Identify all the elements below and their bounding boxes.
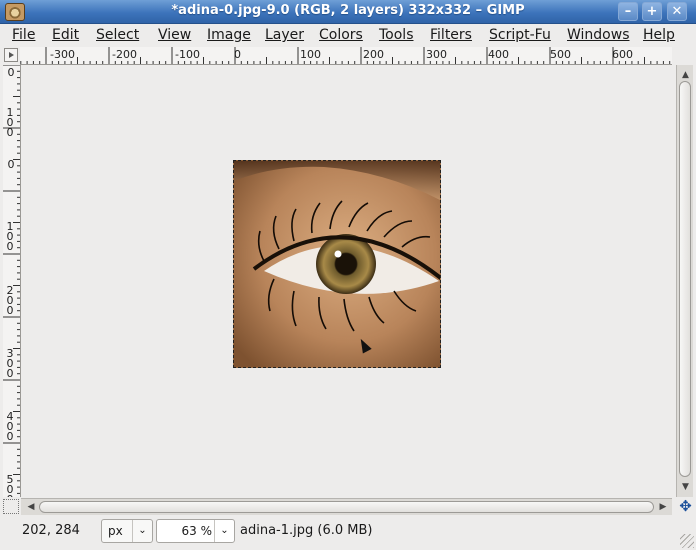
- menu-help-label: Help: [643, 27, 675, 43]
- vruler-label: 100: [6, 106, 14, 139]
- vruler-label: 100: [6, 220, 14, 253]
- menu-tools-label: Tools: [379, 27, 414, 43]
- status-bar: 202, 284 px ⌄ 63 % ⌄ adina-1.jpg (6.0 MB…: [0, 516, 696, 550]
- navigate-icon[interactable]: ✥: [677, 498, 694, 515]
- chevron-down-icon[interactable]: ⌄: [132, 520, 152, 542]
- menu-layer-label: Layer: [265, 27, 305, 43]
- vruler-label: 200: [6, 284, 14, 317]
- eye-photo: [234, 161, 440, 367]
- hruler-label: 600: [612, 48, 633, 61]
- zoom-selector[interactable]: 63 % ⌄: [156, 519, 235, 543]
- menu-view[interactable]: View: [158, 27, 191, 43]
- vruler-label: 500: [6, 473, 14, 497]
- menu-windows[interactable]: Windows: [567, 27, 630, 43]
- scroll-down-icon[interactable]: ▼: [677, 479, 694, 495]
- hruler-label: 200: [363, 48, 384, 61]
- hruler-label: 100: [300, 48, 321, 61]
- menu-bar: File Edit Select View Image Layer Colors…: [0, 24, 696, 47]
- file-info: adina-1.jpg (6.0 MB): [240, 523, 373, 538]
- menu-tools[interactable]: Tools: [379, 27, 414, 43]
- hruler-label: 0: [234, 48, 241, 61]
- hruler-label: -100: [175, 48, 200, 61]
- menu-colors[interactable]: Colors: [319, 27, 363, 43]
- hruler-label: 400: [488, 48, 509, 61]
- menu-script-fu-label: Script-Fu: [489, 27, 551, 43]
- minimize-button[interactable]: –: [618, 2, 638, 21]
- menu-script-fu[interactable]: Script-Fu: [489, 27, 551, 43]
- image-menu-button[interactable]: [4, 48, 18, 62]
- title-bar: *adina-0.jpg-9.0 (RGB, 2 layers) 332x332…: [0, 0, 696, 24]
- menu-file-label: File: [12, 27, 36, 43]
- hruler-label: -300: [50, 48, 75, 61]
- menu-image[interactable]: Image: [207, 27, 251, 43]
- menu-file[interactable]: File: [12, 27, 35, 43]
- horizontal-scrollbar[interactable]: ◀ ▶: [21, 498, 672, 515]
- hruler-label: 500: [550, 48, 571, 61]
- menu-edit-label: Edit: [52, 27, 80, 43]
- quick-mask-toggle[interactable]: [3, 499, 19, 514]
- zoom-value: 63 %: [181, 524, 213, 538]
- vertical-ruler[interactable]: 0 100 0 100 200 300 400 500: [3, 65, 21, 497]
- unit-selector[interactable]: px ⌄: [101, 519, 153, 543]
- menu-filters-label: Filters: [430, 27, 472, 43]
- menu-windows-label: Windows: [567, 27, 630, 43]
- vruler-label: 0: [7, 158, 15, 171]
- horizontal-ruler[interactable]: -300 -200 -100 0 100 200 300 400 500 600: [20, 47, 672, 65]
- window-title: *adina-0.jpg-9.0 (RGB, 2 layers) 332x332…: [171, 3, 525, 18]
- menu-help[interactable]: Help: [643, 27, 675, 43]
- pointer-coordinates: 202, 284: [22, 523, 80, 538]
- vertical-scrollbar[interactable]: ▲ ▼: [676, 65, 693, 497]
- vruler-label: 300: [6, 347, 14, 380]
- horizontal-scroll-thumb[interactable]: [39, 501, 654, 513]
- unit-value: px: [108, 524, 123, 538]
- scroll-right-icon[interactable]: ▶: [655, 499, 671, 515]
- vruler-label: 400: [6, 410, 14, 443]
- menu-image-label: Image: [207, 27, 251, 43]
- menu-layer[interactable]: Layer: [265, 27, 304, 43]
- chevron-down-icon[interactable]: ⌄: [214, 520, 234, 542]
- close-button[interactable]: ✕: [667, 2, 687, 21]
- hruler-label: -200: [112, 48, 137, 61]
- menu-filters[interactable]: Filters: [430, 27, 472, 43]
- hruler-label: 300: [426, 48, 447, 61]
- menu-select-label: Select: [96, 27, 140, 43]
- maximize-button[interactable]: +: [642, 2, 662, 21]
- menu-view-label: View: [158, 27, 192, 43]
- menu-select[interactable]: Select: [96, 27, 139, 43]
- vruler-label: 0: [7, 66, 15, 79]
- scroll-left-icon[interactable]: ◀: [23, 499, 39, 515]
- menu-colors-label: Colors: [319, 27, 363, 43]
- image-canvas[interactable]: [21, 65, 672, 497]
- menu-edit[interactable]: Edit: [52, 27, 79, 43]
- eye-image-layer[interactable]: [233, 160, 441, 368]
- vertical-scroll-thumb[interactable]: [679, 81, 691, 477]
- resize-grip-icon[interactable]: [680, 534, 694, 548]
